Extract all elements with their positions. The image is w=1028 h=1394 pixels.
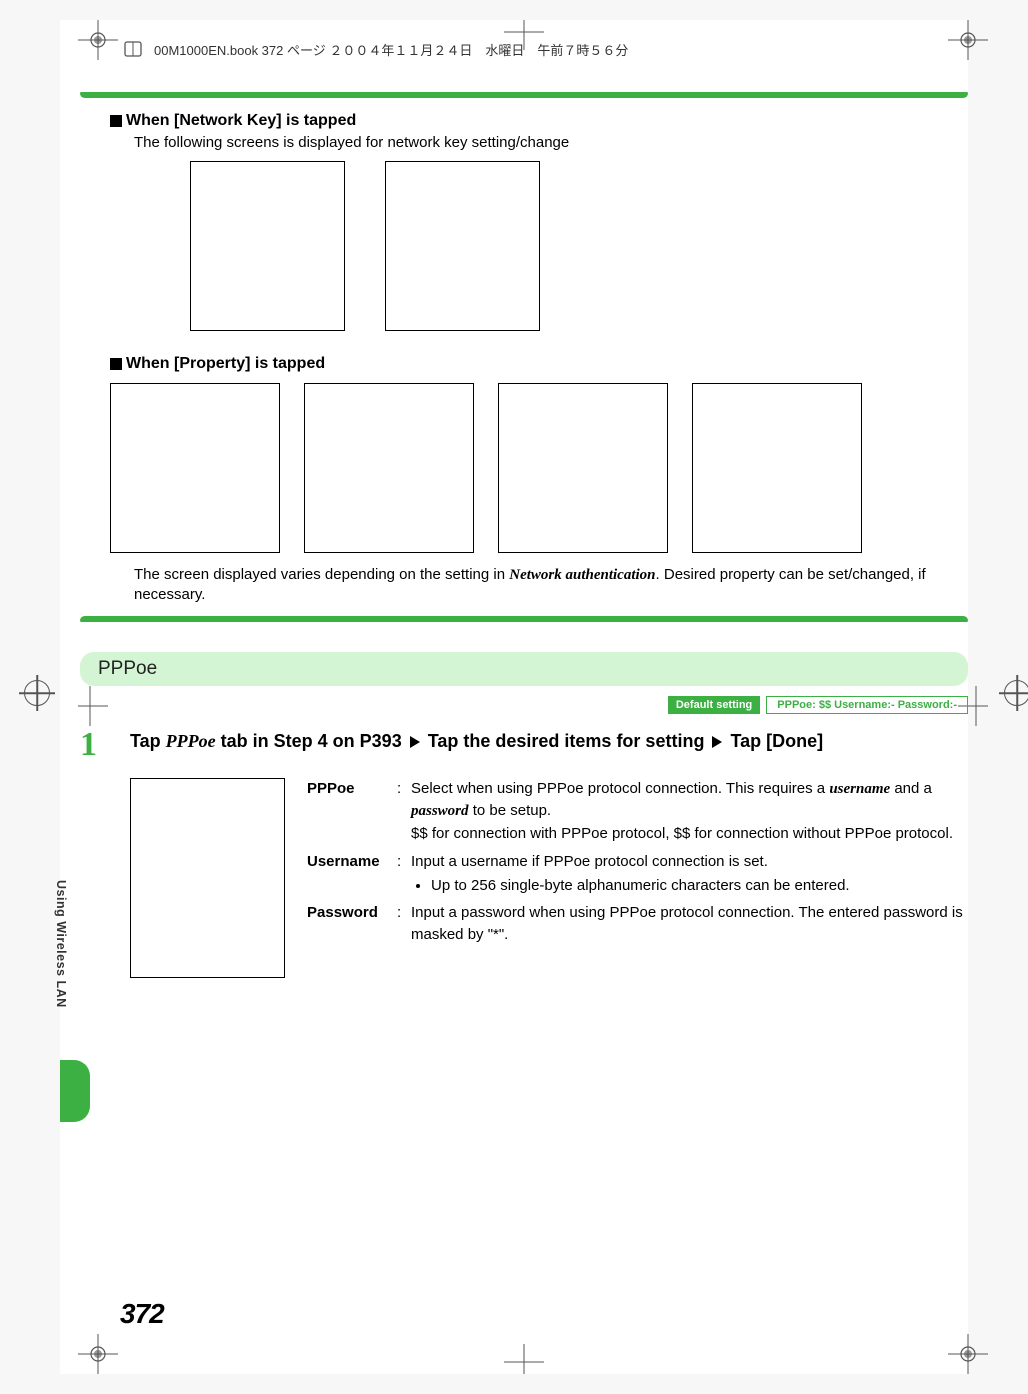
step-pre: Tap xyxy=(130,731,166,751)
colon: : xyxy=(397,851,411,897)
step-mid2: Tap the desired items for setting xyxy=(423,731,710,751)
screenshot-placeholder xyxy=(304,383,474,553)
source-file-header: 00M1000EN.book 372 ページ ２００４年１１月２４日 水曜日 午… xyxy=(120,36,958,62)
file-header-text: 00M1000EN.book 372 ページ ２００４年１１月２４日 水曜日 午… xyxy=(154,40,628,59)
default-setting-value: PPPoe: $$ Username:- Password:- xyxy=(766,696,968,714)
section-divider-bottom xyxy=(80,616,968,622)
field-value: Select when using PPPoe protocol connect… xyxy=(411,778,968,845)
step-1: 1 Tap PPPoe tab in Step 4 on P393 Tap th… xyxy=(80,728,968,762)
colon: : xyxy=(397,778,411,845)
section-side-tab xyxy=(60,1060,90,1122)
step-mid: tab in Step 4 on P393 xyxy=(216,731,407,751)
default-setting-row: Default setting PPPoe: $$ Username:- Pas… xyxy=(80,696,968,714)
screenshot-placeholder xyxy=(110,383,280,553)
bullet-item: Up to 256 single-byte alphanumeric chara… xyxy=(431,875,968,897)
crop-mark xyxy=(78,20,118,60)
field-username: Username : Input a username if PPPoe pro… xyxy=(307,851,968,897)
screenshot-placeholder xyxy=(190,161,345,331)
crop-mark xyxy=(948,1334,988,1374)
subheading-text: When [Property] is tapped xyxy=(126,355,325,373)
subheading-text: When [Network Key] is tapped xyxy=(126,112,356,130)
field-value: Input a password when using PPPoe protoc… xyxy=(411,902,968,946)
field-value-line2: $$ for connection with PPPoe protocol, $… xyxy=(411,823,968,845)
field-pppoe: PPPoe : Select when using PPPoe protocol… xyxy=(307,778,968,845)
note-pre: The screen displayed varies depending on… xyxy=(134,566,509,583)
square-bullet-icon xyxy=(110,115,122,127)
subheading-property: When [Property] is tapped xyxy=(110,355,968,373)
field-password: Password : Input a password when using P… xyxy=(307,902,968,946)
colon: : xyxy=(397,902,411,946)
pppoe-details: PPPoe : Select when using PPPoe protocol… xyxy=(130,778,968,978)
note-ital: Network authentication xyxy=(509,567,655,583)
book-icon xyxy=(120,36,146,62)
registration-mark-right xyxy=(1004,680,1028,706)
field-label: PPPoe xyxy=(307,778,397,845)
description-text: The following screens is displayed for n… xyxy=(134,134,968,151)
default-setting-label: Default setting xyxy=(668,696,760,714)
screenshot-placeholder xyxy=(692,383,862,553)
crop-mark xyxy=(78,1334,118,1374)
screenshots-row-2 xyxy=(110,383,968,553)
triangle-icon xyxy=(712,736,722,748)
section-side-label: Using Wireless LAN xyxy=(54,880,68,1008)
step-number: 1 xyxy=(80,728,130,762)
field-label: Username xyxy=(307,851,397,897)
section-heading-pppoe: PPPoe xyxy=(80,652,968,686)
screenshot-placeholder xyxy=(385,161,540,331)
screenshot-placeholder xyxy=(130,778,285,978)
registration-mark-left xyxy=(24,680,50,706)
page-number: 372 xyxy=(120,1298,164,1330)
crop-mark xyxy=(504,1344,544,1374)
screenshot-placeholder xyxy=(498,383,668,553)
field-value: Input a username if PPPoe protocol conne… xyxy=(411,851,968,897)
subheading-network-key: When [Network Key] is tapped xyxy=(110,112,968,130)
square-bullet-icon xyxy=(110,358,122,370)
screenshots-row-1 xyxy=(190,161,968,331)
property-note: The screen displayed varies depending on… xyxy=(134,565,968,606)
field-label: Password xyxy=(307,902,397,946)
step-instruction: Tap PPPoe tab in Step 4 on P393 Tap the … xyxy=(130,728,823,755)
step-end: Tap [Done] xyxy=(725,731,823,751)
step-ital: PPPoe xyxy=(166,731,216,751)
triangle-icon xyxy=(410,736,420,748)
section-divider-top xyxy=(80,92,968,98)
